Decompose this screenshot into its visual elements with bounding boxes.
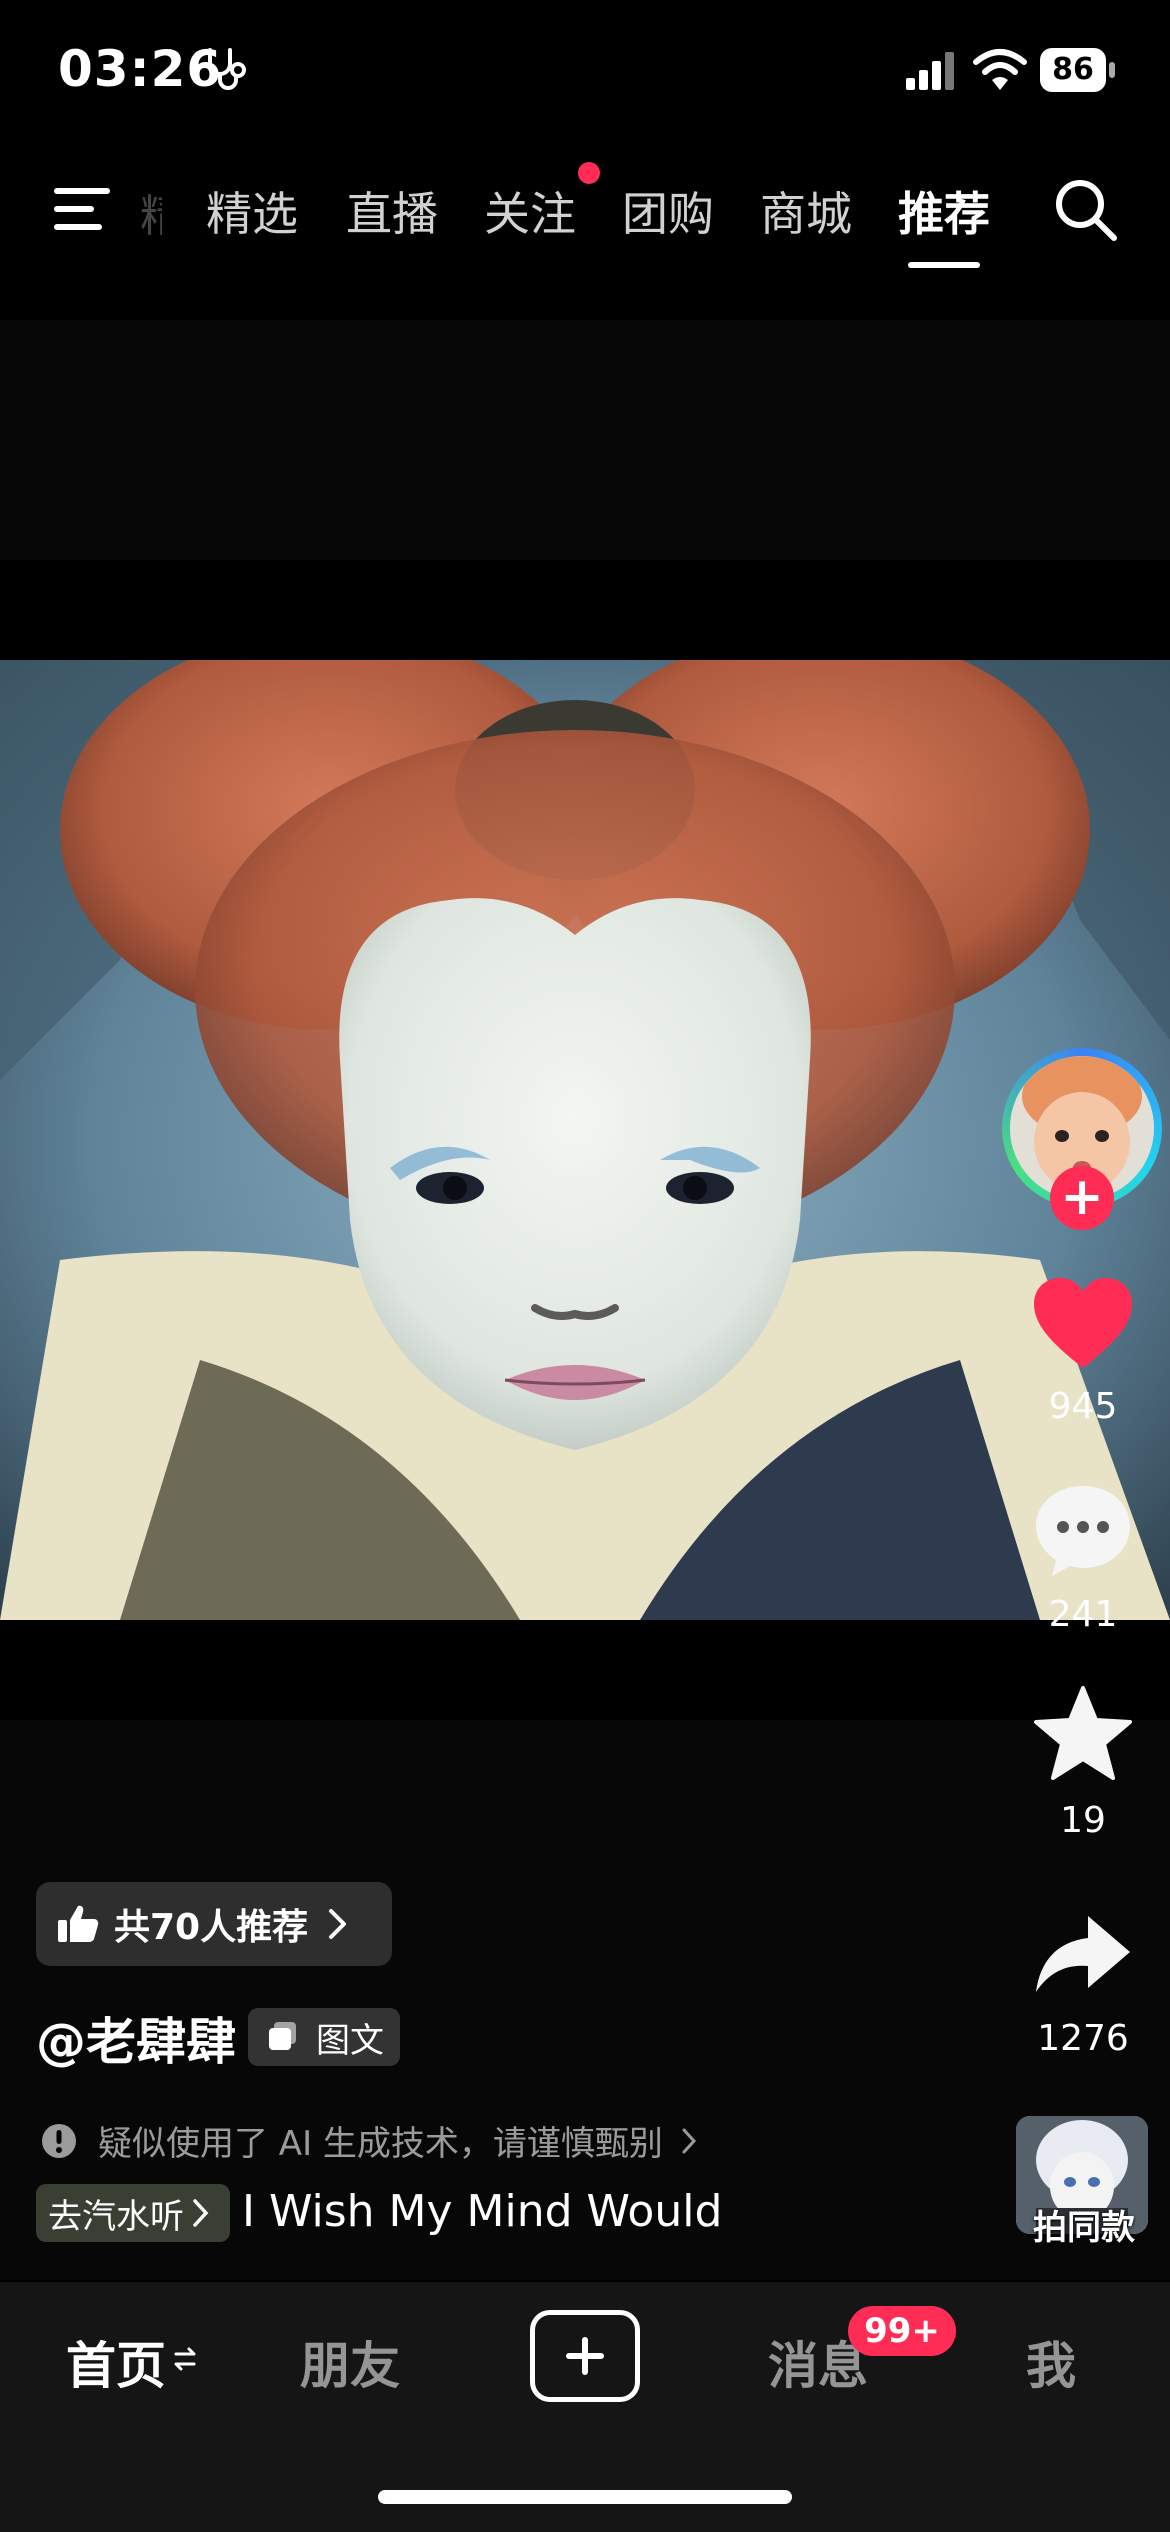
- stethoscope-icon: [208, 48, 246, 90]
- tab-overflow-fade: 精: [140, 180, 162, 244]
- video-frame[interactable]: [0, 660, 1170, 1620]
- tab-friends[interactable]: 朋友: [300, 2326, 400, 2398]
- follow-button[interactable]: +: [1050, 1166, 1114, 1230]
- open-in-soda-music-button[interactable]: 去汽水听: [36, 2184, 230, 2242]
- share-arrow-icon[interactable]: [1030, 1906, 1136, 2006]
- chevron-right-icon: [193, 2199, 209, 2227]
- video-letterbox-top: [0, 320, 1170, 560]
- like-count: 945: [1048, 1386, 1118, 1427]
- share-count: 1276: [1037, 2018, 1129, 2059]
- tab-me[interactable]: 我: [1026, 2326, 1076, 2398]
- comment-count: 241: [1048, 1594, 1118, 1635]
- messages-badge: 99+: [848, 2306, 956, 2356]
- wifi-icon: [973, 49, 1027, 90]
- plus-icon: [566, 2337, 604, 2375]
- battery-level: 86: [1052, 52, 1094, 87]
- recommend-pill[interactable]: 共70人推荐: [36, 1882, 392, 1966]
- active-tab-indicator: [908, 262, 980, 268]
- menu-icon[interactable]: [52, 184, 112, 234]
- battery-indicator: 86: [1040, 48, 1116, 92]
- post-type-label: 图文: [316, 2020, 384, 2061]
- music-pill-label: 去汽水听: [48, 2196, 184, 2237]
- swap-arrows-icon[interactable]: [172, 2344, 198, 2374]
- chevron-right-icon: [329, 1909, 347, 1939]
- video-artwork: [0, 660, 1170, 1620]
- tab-following[interactable]: 关注: [484, 178, 576, 244]
- tab-featured[interactable]: 精选: [206, 178, 298, 244]
- status-bar: 03:26 86: [0, 0, 1170, 140]
- tab-home[interactable]: 首页: [66, 2326, 166, 2398]
- favorite-count: 19: [1060, 1800, 1106, 1841]
- search-icon[interactable]: [1052, 176, 1120, 244]
- image-text-icon: [269, 2022, 296, 2050]
- alert-icon: [42, 2123, 76, 2158]
- song-title[interactable]: I Wish My Mind Would: [242, 2186, 722, 2237]
- same-style-label: 拍同款: [1033, 2208, 1135, 2248]
- tab-recommend[interactable]: 推荐: [898, 178, 990, 244]
- ai-warning[interactable]: 疑似使用了 AI 生成技术，请谨慎甄别: [40, 2116, 697, 2165]
- tab-group-buy[interactable]: 团购: [622, 178, 714, 244]
- author-name[interactable]: @老肆肆: [36, 2002, 236, 2074]
- tab-live[interactable]: 直播: [346, 178, 438, 244]
- comment-icon[interactable]: [1030, 1480, 1136, 1580]
- tab-mall[interactable]: 商城: [760, 178, 852, 244]
- ai-warning-text: 疑似使用了 AI 生成技术，请谨慎甄别: [98, 2124, 663, 2164]
- chevron-right-icon: [682, 2128, 696, 2153]
- like-heart-icon[interactable]: [1030, 1276, 1136, 1376]
- cellular-signal-icon: [906, 52, 954, 90]
- status-time: 03:26: [58, 40, 223, 98]
- recommend-text: 共70人推荐: [114, 1907, 309, 1948]
- create-post-button[interactable]: [530, 2310, 640, 2402]
- favorite-star-icon[interactable]: [1030, 1684, 1136, 1784]
- home-indicator: [378, 2490, 792, 2504]
- following-notification-dot: [578, 162, 600, 184]
- post-type-tag: 图文: [248, 2008, 400, 2066]
- thumbs-up-icon: [58, 1905, 99, 1942]
